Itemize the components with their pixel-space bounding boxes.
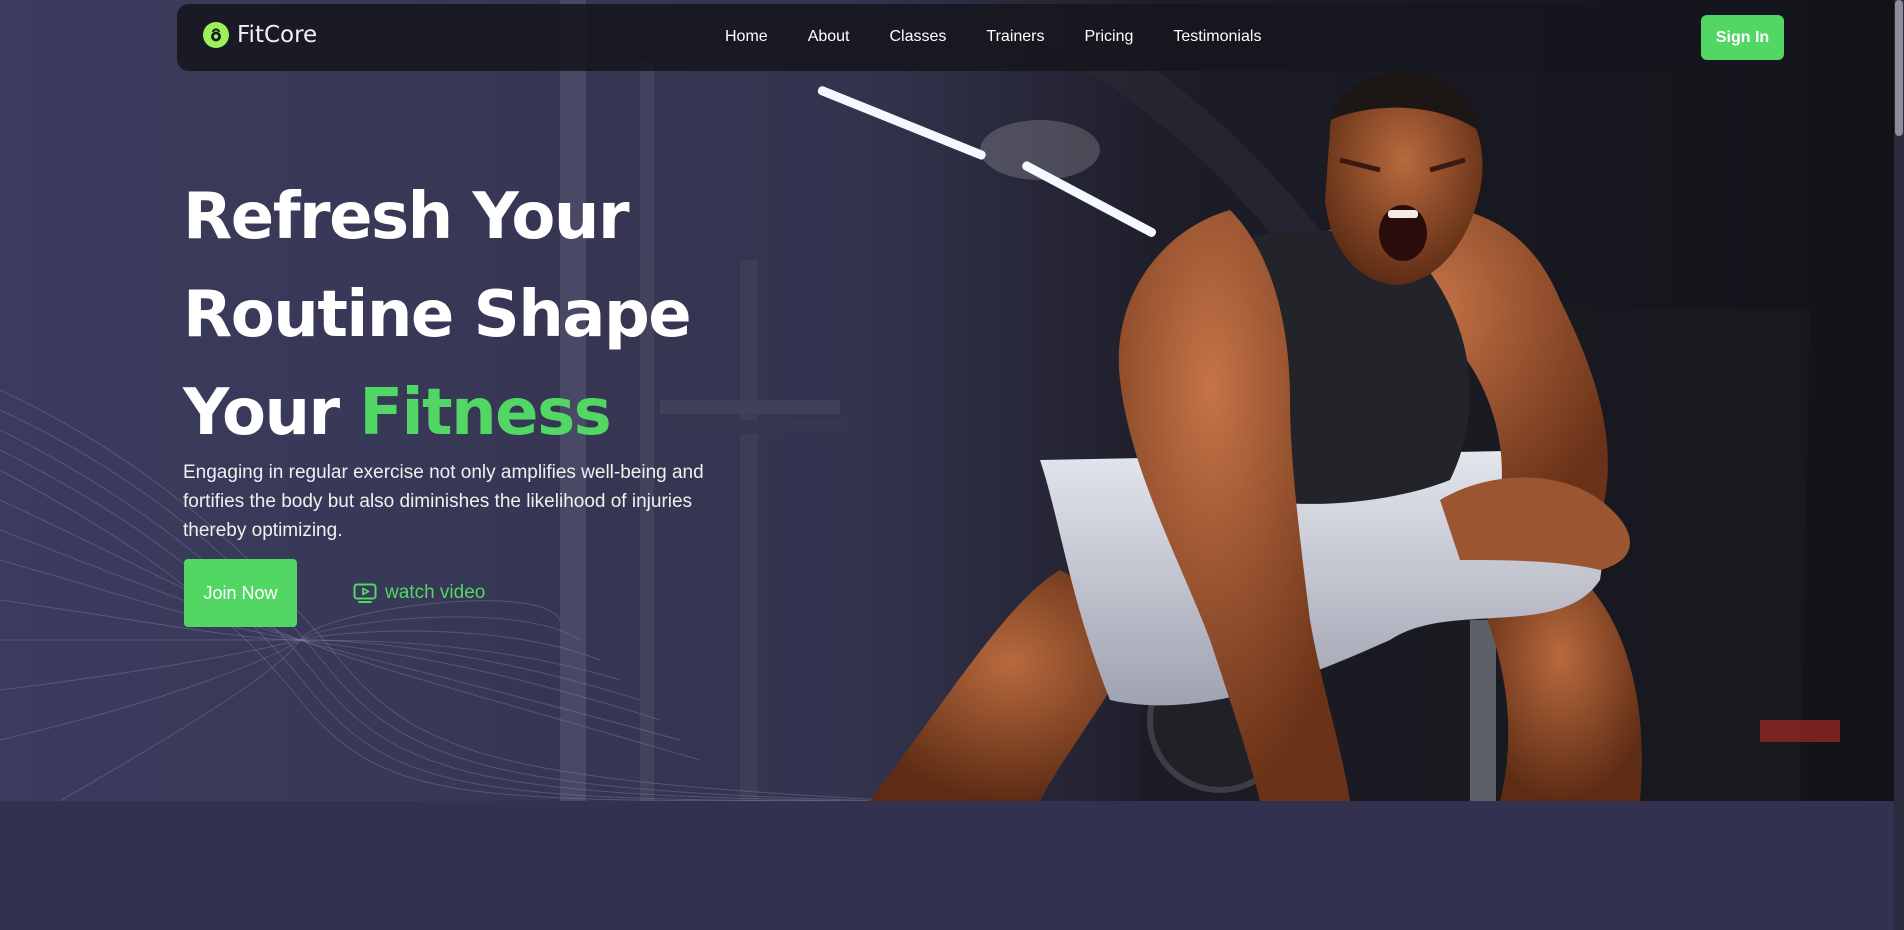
- nav-link-trainers[interactable]: Trainers: [986, 28, 1044, 46]
- navbar: FitCore Home About Classes Trainers Pric…: [177, 4, 1792, 71]
- scrollbar-track[interactable]: [1894, 0, 1904, 930]
- play-video-icon: [353, 583, 377, 603]
- nav-link-classes[interactable]: Classes: [890, 28, 947, 46]
- sign-in-button[interactable]: Sign In: [1701, 15, 1784, 60]
- hero-title: Refresh Your Routine Shape Your Fitness: [183, 168, 743, 462]
- next-section: [0, 801, 1894, 930]
- kettlebell-icon: [203, 22, 229, 48]
- hero-title-line-3: Your: [183, 376, 360, 450]
- hero-title-line-1: Refresh Your: [183, 180, 630, 254]
- nav-link-home[interactable]: Home: [725, 28, 768, 46]
- watch-video-label: watch video: [385, 582, 486, 603]
- hero-section: FitCore Home About Classes Trainers Pric…: [0, 0, 1894, 801]
- nav-links: Home About Classes Trainers Pricing Test…: [725, 28, 1261, 46]
- nav-link-pricing[interactable]: Pricing: [1085, 28, 1134, 46]
- hero-description: Engaging in regular exercise not only am…: [183, 462, 704, 541]
- nav-link-about[interactable]: About: [808, 28, 850, 46]
- brand-name: FitCore: [237, 22, 318, 48]
- hero-title-line-2: Routine Shape: [183, 278, 692, 352]
- watch-video-link[interactable]: watch video: [353, 582, 485, 604]
- brand-logo[interactable]: FitCore: [203, 22, 317, 48]
- nav-link-testimonials[interactable]: Testimonials: [1173, 28, 1261, 46]
- page: FitCore Home About Classes Trainers Pric…: [0, 0, 1904, 930]
- hero-title-accent: Fitness: [359, 376, 611, 450]
- join-now-button[interactable]: Join Now: [184, 559, 297, 627]
- scrollbar-thumb[interactable]: [1895, 0, 1903, 136]
